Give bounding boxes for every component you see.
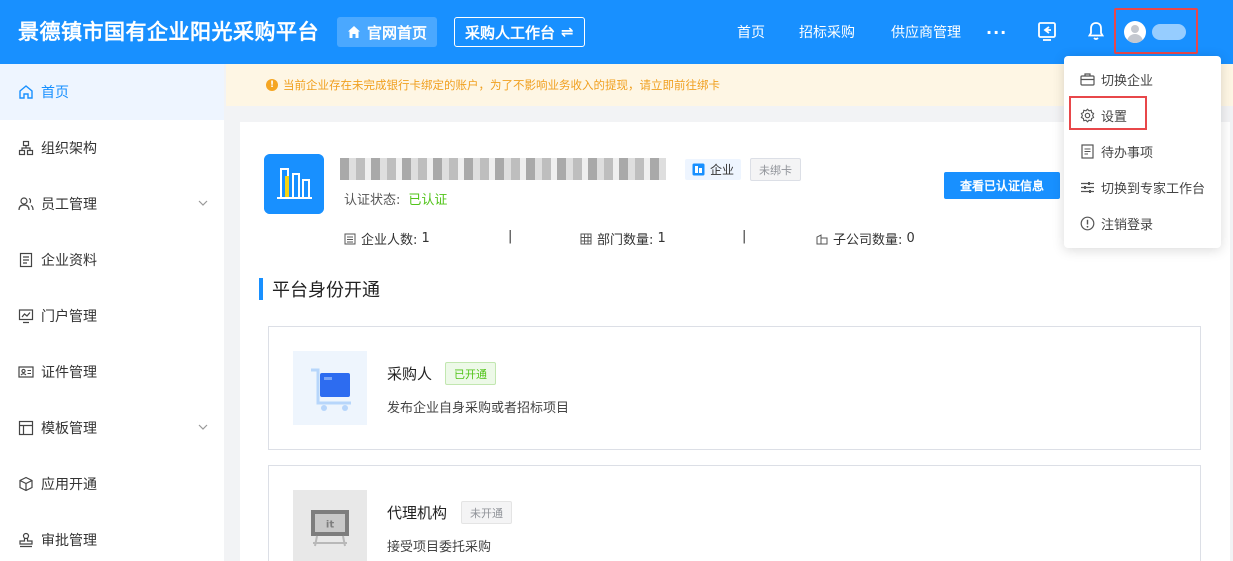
username-redacted xyxy=(1152,24,1186,40)
company-type-tag: 企业 xyxy=(685,159,742,180)
stat-separator: | xyxy=(742,229,747,244)
chevron-down-icon[interactable] xyxy=(198,422,208,432)
company-logo-icon xyxy=(264,154,324,214)
menu-item-label: 注销登录 xyxy=(1101,217,1154,233)
subsidiaries-value: 0 xyxy=(906,231,915,246)
chevron-down-icon[interactable] xyxy=(198,198,208,208)
sidebar-item-label: 审批管理 xyxy=(41,533,97,549)
building-icon xyxy=(692,163,705,176)
menu-item-switch-company[interactable]: 切换企业 xyxy=(1064,61,1221,97)
sidebar-item-staff[interactable]: 员工管理 xyxy=(0,176,224,232)
identity-card-agent[interactable]: it 代理机构 未开通 接受项目委托采购 xyxy=(268,465,1201,561)
bell-icon[interactable] xyxy=(1085,20,1107,42)
sidebar-item-label: 员工管理 xyxy=(41,197,97,213)
departments-icon xyxy=(580,233,592,244)
sidebar-item-label: 组织架构 xyxy=(41,141,97,157)
sidebar-item-approval[interactable]: 审批管理 xyxy=(0,512,224,561)
sidebar-item-company-info[interactable]: 企业资料 xyxy=(0,232,224,288)
status-badge: 已开通 xyxy=(445,362,496,385)
menu-item-label: 切换到专家工作台 xyxy=(1101,181,1206,197)
department-count: 部门数量: 1 xyxy=(580,229,666,248)
swap-icon: ⇌ xyxy=(561,23,574,41)
todo-icon xyxy=(1081,143,1094,159)
avatar xyxy=(1124,21,1146,43)
card-status-tag: 未绑卡 xyxy=(750,158,801,181)
sidebar-item-label: 模板管理 xyxy=(41,421,97,437)
menu-item-logout[interactable]: 注销登录 xyxy=(1064,205,1221,241)
briefcase-icon xyxy=(1080,72,1095,86)
identity-card-buyer[interactable]: 采购人 已开通 发布企业自身采购或者招标项目 xyxy=(268,326,1201,450)
template-icon xyxy=(18,420,34,436)
warning-icon: ! xyxy=(266,79,278,91)
nav-home[interactable]: 首页 xyxy=(737,0,765,64)
stat-separator: | xyxy=(508,229,513,244)
sidebar-item-certificates[interactable]: 证件管理 xyxy=(0,344,224,400)
menu-item-todo[interactable]: 待办事项 xyxy=(1064,133,1221,169)
svg-text:it: it xyxy=(326,520,334,531)
employees-icon xyxy=(344,233,356,244)
house-icon xyxy=(348,26,360,38)
sidebar-item-apps[interactable]: 应用开通 xyxy=(0,456,224,512)
shopping-cart-icon xyxy=(293,351,367,425)
users-icon xyxy=(18,197,34,211)
nav-more[interactable]: ··· xyxy=(986,0,1007,64)
identity-desc: 发布企业自身采购或者招标项目 xyxy=(387,401,570,416)
sidebar-item-label: 首页 xyxy=(41,85,69,101)
employees-label: 企业人数: xyxy=(361,233,418,248)
company-name-redacted xyxy=(340,158,666,180)
monitor-icon xyxy=(18,309,34,324)
nav-supplier[interactable]: 供应商管理 xyxy=(891,0,961,64)
platform-title: 景德镇市国有企业阳光采购平台 xyxy=(18,20,319,44)
sidebar: 首页 组织架构 员工管理 企业资料 门户管理 证件管理 模板管理 应用开通 审批… xyxy=(0,64,224,561)
stamp-icon xyxy=(19,532,33,548)
document-icon xyxy=(19,252,33,268)
official-home-button[interactable]: 官网首页 xyxy=(337,17,438,47)
view-cert-info-button[interactable]: 查看已认证信息 xyxy=(944,172,1060,199)
user-menu-trigger[interactable] xyxy=(1114,8,1198,54)
subsidiaries-label: 子公司数量: xyxy=(833,233,903,248)
subsidiary-count: 子公司数量: 0 xyxy=(816,229,915,248)
user-dropdown-menu: 切换企业 设置 待办事项 切换到专家工作台 注销登录 xyxy=(1064,56,1221,248)
cert-status-label: 认证状态: xyxy=(344,193,401,208)
menu-item-label: 切换企业 xyxy=(1101,73,1154,89)
section-title: 平台身份开通 xyxy=(259,278,380,301)
workbench-switch-button[interactable]: 采购人工作台 ⇌ xyxy=(454,17,585,47)
sidebar-item-portal[interactable]: 门户管理 xyxy=(0,288,224,344)
company-type-label: 企业 xyxy=(710,163,735,177)
cert-status-value: 已认证 xyxy=(408,193,448,208)
status-badge: 未开通 xyxy=(461,501,512,524)
nav-bidding[interactable]: 招标采购 xyxy=(799,0,855,64)
sidebar-item-label: 证件管理 xyxy=(41,365,97,381)
alert-text[interactable]: 当前企业存在未完成银行卡绑定的账户，为了不影响业务收入的提现，请立即前往绑卡 xyxy=(283,77,720,93)
sidebar-item-label: 门户管理 xyxy=(41,309,97,325)
menu-item-label: 待办事项 xyxy=(1101,145,1154,161)
cube-icon xyxy=(19,476,33,492)
official-home-label: 官网首页 xyxy=(367,23,428,42)
settings-highlight-box xyxy=(1069,96,1147,130)
departments-label: 部门数量: xyxy=(597,233,654,248)
info-circle-icon xyxy=(1080,216,1095,230)
identity-desc: 接受项目委托采购 xyxy=(387,540,492,555)
agency-board-icon: it xyxy=(293,490,367,561)
employee-count: 企业人数: 1 xyxy=(344,229,430,248)
org-chart-icon xyxy=(18,140,34,156)
subsidiaries-icon xyxy=(816,233,828,244)
departments-value: 1 xyxy=(657,231,666,246)
id-card-icon xyxy=(18,366,34,378)
sidebar-item-label: 应用开通 xyxy=(41,477,97,493)
top-header: 景德镇市国有企业阳光采购平台 官网首页 采购人工作台 ⇌ 首页 招标采购 供应商… xyxy=(0,0,1233,64)
sidebar-item-org[interactable]: 组织架构 xyxy=(0,120,224,176)
identity-name: 采购人 xyxy=(387,365,433,383)
home-icon xyxy=(19,85,33,99)
workbench-label: 采购人工作台 xyxy=(465,23,556,42)
cert-status: 认证状态: 已认证 xyxy=(344,189,447,208)
identity-name: 代理机构 xyxy=(387,504,448,522)
sidebar-item-label: 企业资料 xyxy=(41,253,97,269)
exit-icon[interactable] xyxy=(1036,20,1058,42)
menu-item-expert-workbench[interactable]: 切换到专家工作台 xyxy=(1064,169,1221,205)
employees-value: 1 xyxy=(421,231,430,246)
sidebar-item-templates[interactable]: 模板管理 xyxy=(0,400,224,456)
sidebar-item-home[interactable]: 首页 xyxy=(0,64,224,120)
sliders-icon xyxy=(1081,181,1094,193)
